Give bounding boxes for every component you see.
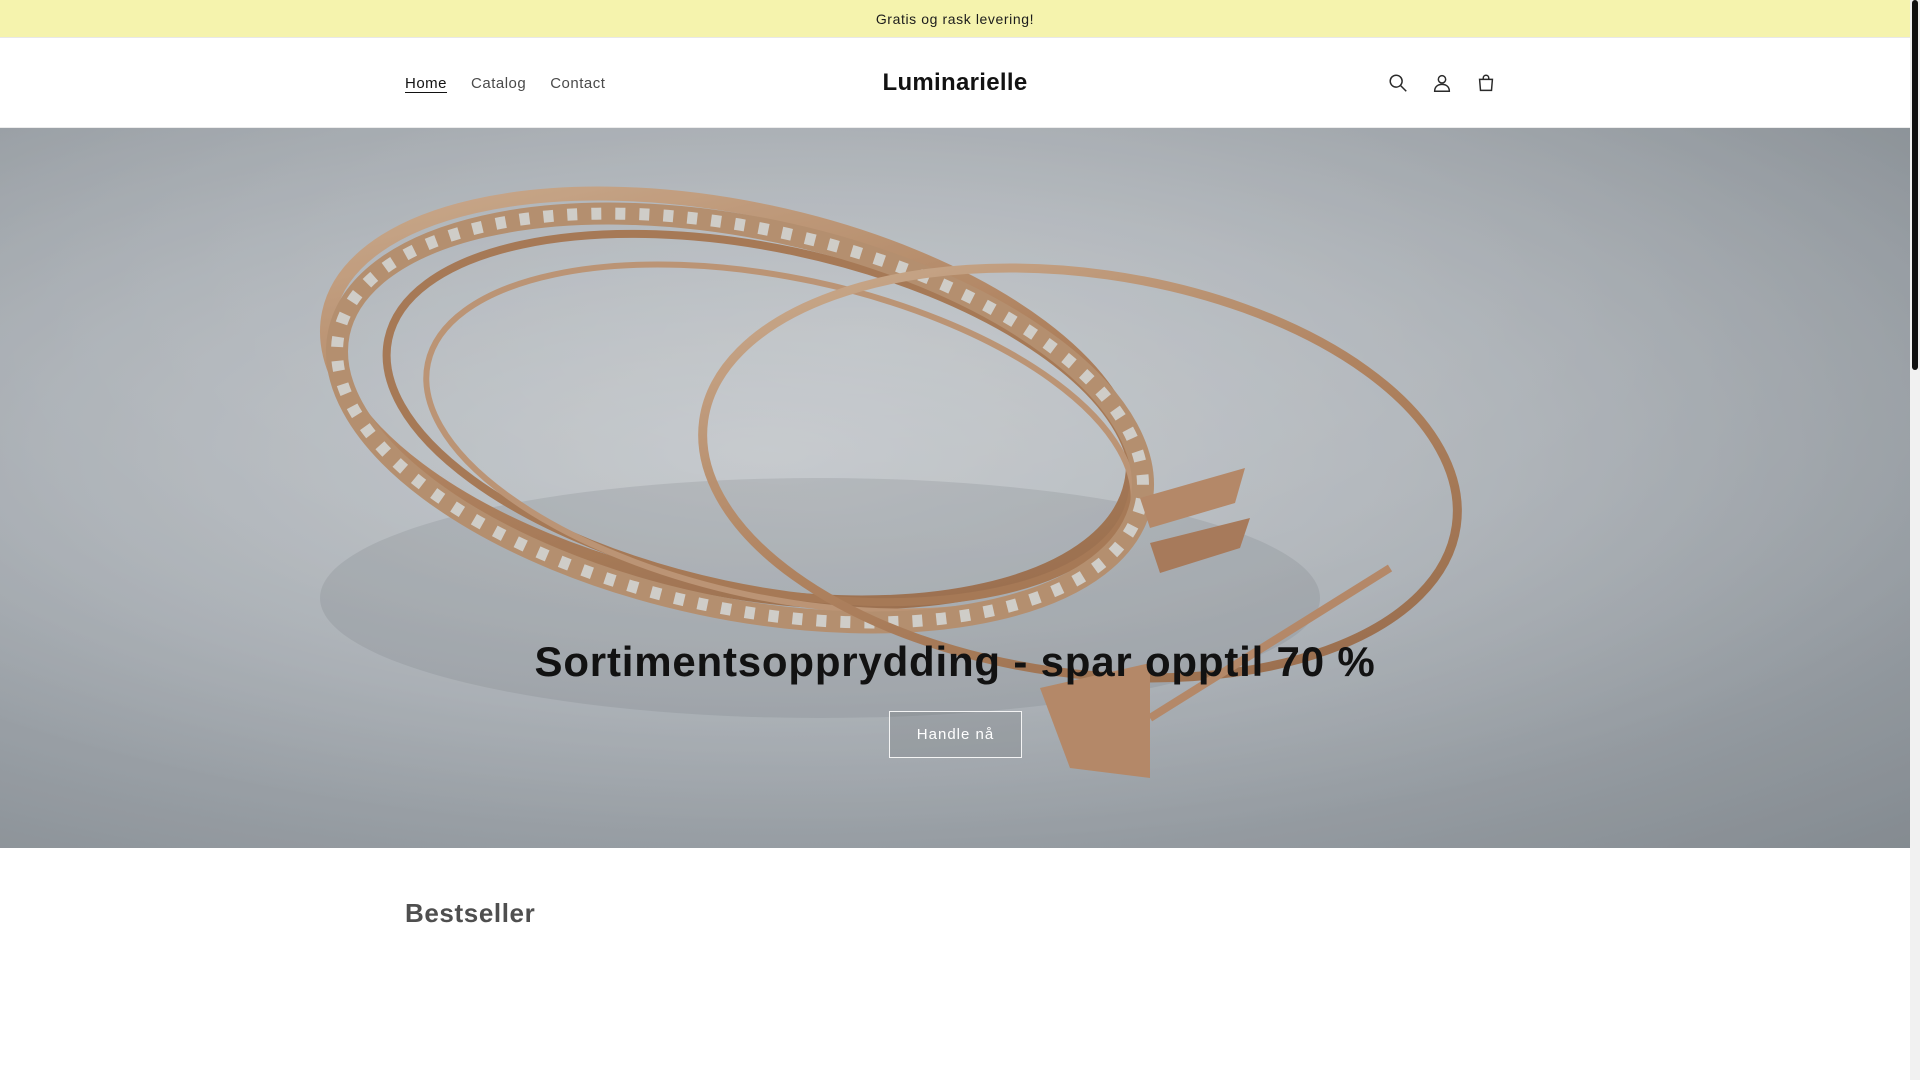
hero-banner: Sortimentsopprydding - spar opptil 70 % …	[0, 128, 1910, 848]
nav-item-contact[interactable]: Contact	[538, 75, 617, 92]
search-icon	[1389, 74, 1407, 92]
shop-now-label: Handle nå	[916, 726, 995, 743]
site-header: Home Catalog Contact Luminarielle	[0, 38, 1910, 128]
bestseller-title: Bestseller	[405, 898, 536, 928]
shop-now-button[interactable]: Handle nå	[889, 711, 1022, 758]
header-icons	[1376, 38, 1508, 128]
logo-wrap: Luminarielle	[0, 38, 1910, 128]
main-nav: Home Catalog Contact	[393, 38, 617, 128]
cart-icon	[1478, 74, 1494, 92]
cart-button[interactable]	[1464, 61, 1508, 105]
scrollbar-thumb[interactable]	[1912, 0, 1918, 370]
nav-item-catalog[interactable]: Catalog	[459, 75, 538, 92]
account-icon	[1433, 74, 1451, 92]
page: Gratis og rask levering! Home Catalog Co…	[0, 0, 1910, 1080]
hero-title: Sortimentsopprydding - spar opptil 70 %	[534, 638, 1376, 685]
announcement-bar: Gratis og rask levering!	[0, 0, 1910, 38]
store-logo[interactable]: Luminarielle	[883, 69, 1028, 97]
announcement-text: Gratis og rask levering!	[875, 10, 1035, 27]
nav-item-home[interactable]: Home	[393, 75, 459, 92]
account-button[interactable]	[1420, 61, 1464, 105]
search-button[interactable]	[1376, 61, 1420, 105]
scrollbar[interactable]	[1910, 0, 1920, 1080]
